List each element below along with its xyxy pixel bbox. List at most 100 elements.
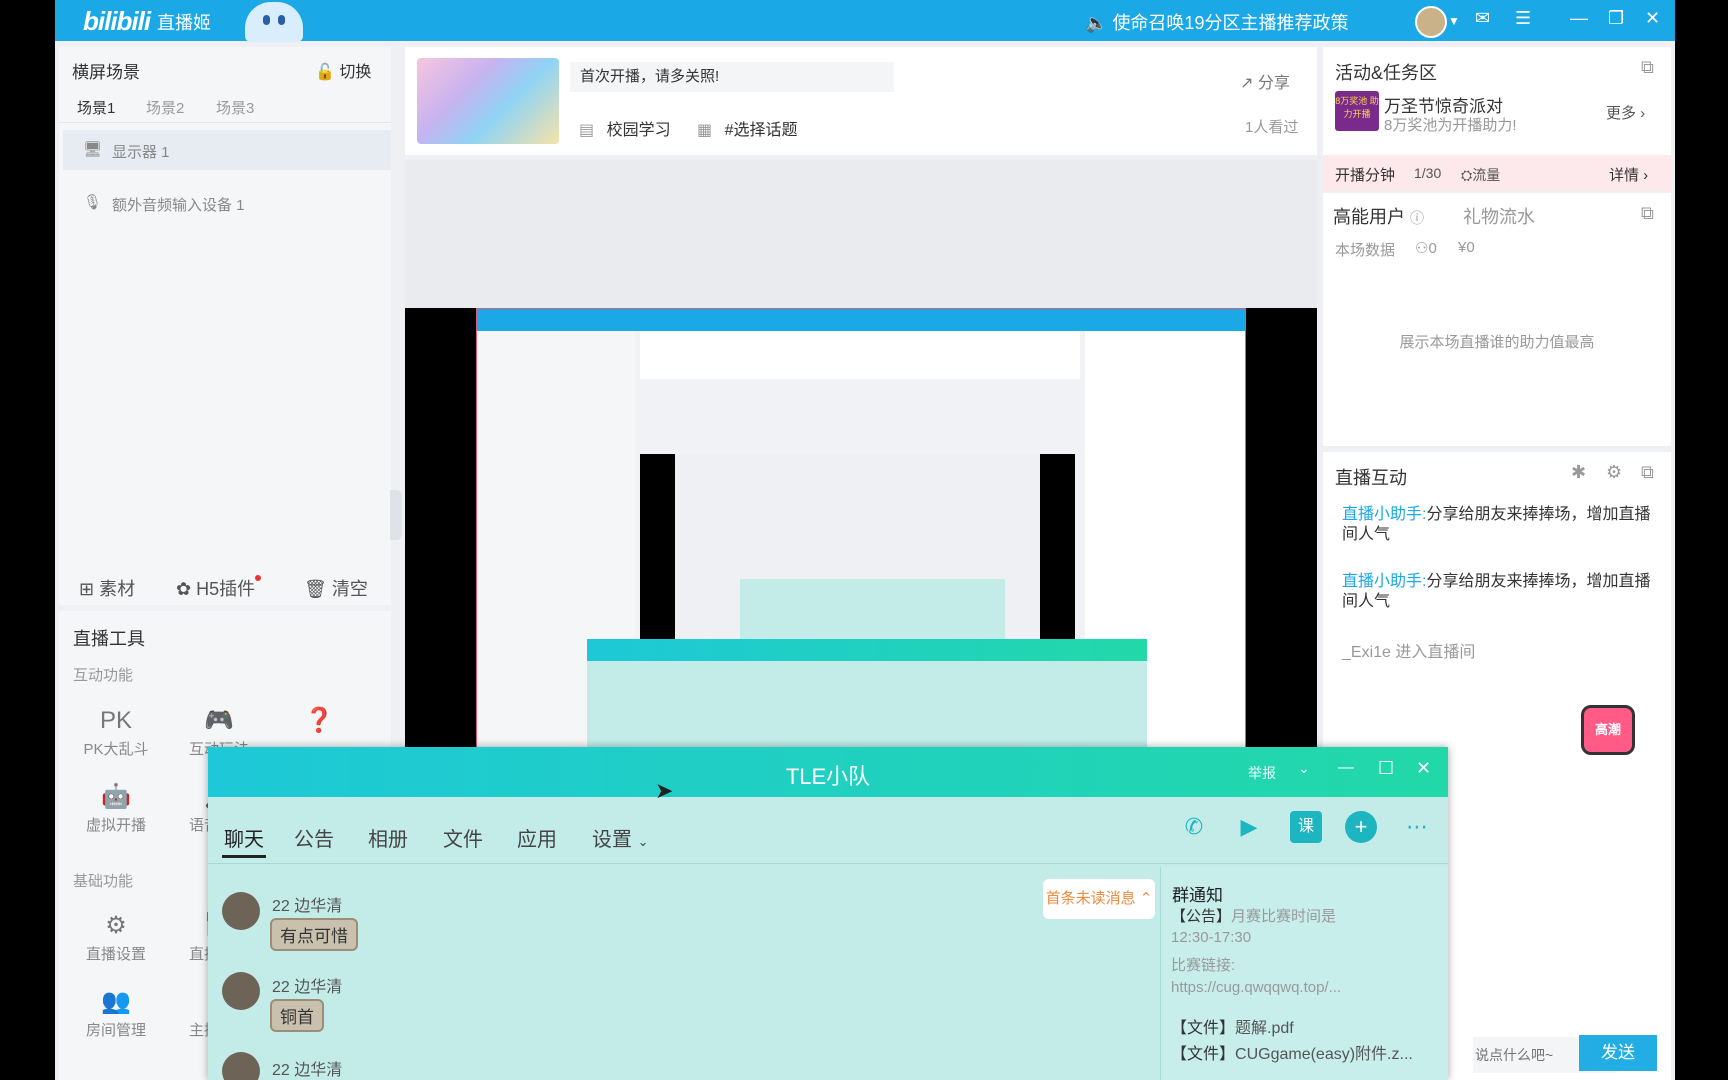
maximize-icon[interactable]: ☐ — [1378, 758, 1394, 779]
announcement-input[interactable]: 首次开播，请多关照! — [570, 62, 894, 92]
user-icon: ⚇ — [1415, 240, 1429, 257]
details-link[interactable]: 详情 › — [1609, 164, 1648, 185]
more-icon[interactable]: ⋯ — [1401, 811, 1433, 843]
unread-label: 首条未读消息 — [1045, 890, 1136, 907]
hd-badge[interactable]: 高潮 — [1581, 705, 1635, 755]
more-link[interactable]: 更多 › — [1606, 102, 1645, 123]
app-name: 直播姬 — [157, 13, 211, 33]
tab-scene-2[interactable]: 场景2 — [146, 97, 184, 118]
user-gear-icon: 👥 — [101, 988, 131, 1015]
close-icon[interactable]: ✕ — [1645, 8, 1660, 29]
pk-battle-tool[interactable]: PK PK大乱斗 — [71, 704, 161, 759]
qq-tab-notice[interactable]: 公告 — [294, 823, 334, 852]
book-icon: ▤ — [579, 122, 595, 139]
maximize-icon[interactable]: ❐ — [1608, 8, 1624, 29]
stream-preview[interactable] — [405, 308, 1317, 748]
popout-icon[interactable]: ⧉ — [1641, 57, 1654, 78]
minimize-icon[interactable]: — — [1570, 8, 1588, 29]
message-bubble[interactable]: 铜首 — [270, 999, 324, 1032]
avatar[interactable] — [222, 1052, 260, 1080]
source-item-display[interactable]: 🖥 显示器 1 — [63, 130, 391, 170]
stream-settings-tool[interactable]: ⚙ 直播设置 — [71, 909, 161, 964]
viewer-count: 1人看过 — [1245, 119, 1299, 136]
file-item[interactable]: 【文件】题解.pdf — [1171, 1014, 1294, 1038]
room-management-tool[interactable]: 👥 房间管理 — [71, 985, 161, 1040]
stream-info-card: 首次开播，请多关照! ↗ 分享 ▤ 校园学习 ▦ #选择话题 1人看过 — [405, 47, 1317, 155]
more-tool[interactable]: ❓ — [289, 704, 349, 738]
category-label: 校园学习 — [606, 122, 671, 139]
notice-tag: 【公告】 — [1171, 908, 1232, 925]
popout-icon[interactable]: ⧉ — [1641, 203, 1654, 224]
qq-tab-settings[interactable]: 设置 ⌄ — [592, 823, 648, 852]
notice-title: 群通知 — [1172, 886, 1223, 905]
file-item[interactable]: 【文件】CUGgame(easy)附件.z... — [1171, 1040, 1413, 1064]
avatar-dropdown-icon[interactable]: ▼ — [1448, 14, 1460, 28]
unread-jump-button[interactable]: 首条未读消息 ⌃ — [1043, 879, 1155, 919]
user-avatar[interactable] — [1415, 6, 1447, 38]
h5-plugin-button[interactable]: ✿ H5插件 — [176, 575, 262, 601]
phone-icon[interactable]: ✆ — [1178, 811, 1210, 843]
avatar[interactable] — [222, 892, 260, 930]
send-button[interactable]: 发送 — [1579, 1035, 1657, 1071]
avatar[interactable] — [222, 972, 260, 1010]
message-sender[interactable]: 22 边华清 — [272, 1056, 342, 1080]
question-icon: ❓ — [304, 707, 334, 734]
chevron-down-icon: ⌄ — [637, 834, 649, 849]
collapse-handle[interactable] — [390, 490, 402, 540]
menu-icon[interactable]: ☰ — [1515, 8, 1531, 29]
chat-message: 直播小助手:分享给朋友来捧捧场，增加直播间人气 — [1342, 572, 1652, 612]
message-bubble[interactable]: 有点可惜 — [270, 918, 358, 951]
stats-label: 本场数据 — [1335, 242, 1396, 259]
notice-link[interactable]: https://cug.qwqqwq.top/... — [1171, 979, 1341, 996]
notice-link[interactable]: 🔈 使命召唤19分区主播推荐政策 — [1085, 9, 1348, 35]
recursive-capture — [476, 308, 1246, 748]
tab-gift-flow[interactable]: 礼物流水 — [1463, 203, 1535, 229]
notice-text: 使命召唤19分区主播推荐政策 — [1112, 13, 1349, 33]
mail-icon[interactable]: ✉ — [1475, 8, 1490, 29]
clear-label: 清空 — [331, 579, 368, 599]
popout-icon[interactable]: ⧉ — [1641, 462, 1654, 483]
mouse-cursor-icon: ➤ — [655, 778, 674, 803]
activity-card: 活动&任务区 ⧉ 8万奖池 助力开播 万圣节惊奇派对 8万奖池为开播助力! 更多… — [1323, 47, 1671, 155]
virtual-stream-tool[interactable]: 🤖 虚拟开播 — [71, 780, 161, 835]
source-item-audio[interactable]: 🎙 额外音频输入设备 1 — [63, 183, 391, 223]
clear-button[interactable]: 🗑 清空 — [304, 575, 368, 601]
category-selector[interactable]: ▤ 校园学习 — [579, 116, 671, 140]
source-label: 额外音频输入设备 1 — [112, 197, 245, 214]
minimize-icon[interactable]: — — [1338, 759, 1354, 777]
high-energy-card: 高能用户 ⓘ 礼物流水 ⧉ 本场数据 ⚇0 ¥0 展示本场直播谁的助力值最高 — [1323, 193, 1671, 446]
message-sender[interactable]: 22 边华清 — [272, 973, 342, 997]
report-link[interactable]: 举报 — [1248, 763, 1276, 783]
tab-scene-1[interactable]: 场景1 — [77, 97, 115, 118]
pin-icon[interactable]: ✱ — [1571, 462, 1586, 483]
tab-scene-3[interactable]: 场景3 — [216, 97, 254, 118]
group-notice-pane: 群通知 【公告】月赛比赛时间是 12:30-17:30 比赛链接: https:… — [1160, 867, 1448, 1080]
details-label: 详情 — [1609, 167, 1640, 184]
users-stat: ⚇0 — [1415, 239, 1437, 257]
qq-tab-files[interactable]: 文件 — [443, 823, 483, 852]
notification-dot — [255, 575, 262, 581]
file-tag: 【文件】 — [1171, 1046, 1236, 1063]
mission-bar: 开播分钟 1/30 ⛭流量 详情 › — [1323, 155, 1671, 191]
tab-high-energy-users[interactable]: 高能用户 ⓘ — [1333, 203, 1424, 229]
video-call-icon[interactable]: ▶ — [1233, 811, 1265, 843]
share-button[interactable]: ↗ 分享 — [1240, 69, 1290, 93]
topic-selector[interactable]: ▦ #选择话题 — [697, 116, 797, 140]
h5-label: H5插件 — [196, 579, 256, 599]
qq-tab-apps[interactable]: 应用 — [517, 823, 557, 852]
cover-image[interactable] — [417, 58, 559, 144]
switch-scene-button[interactable]: 🔓 切换 — [315, 58, 371, 82]
file-name: CUGgame(easy)附件.z... — [1235, 1046, 1413, 1063]
qq-titlebar[interactable]: TLE小队 举报 ⌄ — ☐ ✕ — [208, 747, 1448, 797]
settings-icon[interactable]: ⚙ — [1606, 462, 1622, 483]
message-sender[interactable]: 22 边华清 — [272, 892, 342, 916]
qq-tab-chat[interactable]: 聊天 — [224, 823, 264, 852]
qq-tab-album[interactable]: 相册 — [368, 823, 408, 852]
add-icon[interactable]: + — [1345, 811, 1377, 843]
close-icon[interactable]: ✕ — [1416, 758, 1431, 779]
add-material-button[interactable]: ⊞ 素材 — [79, 575, 135, 601]
class-icon[interactable]: 课 — [1290, 811, 1322, 843]
topic-label: #选择话题 — [724, 122, 798, 139]
message-sender: 直播小助手: — [1342, 506, 1427, 523]
chevron-down-icon[interactable]: ⌄ — [1298, 760, 1310, 777]
